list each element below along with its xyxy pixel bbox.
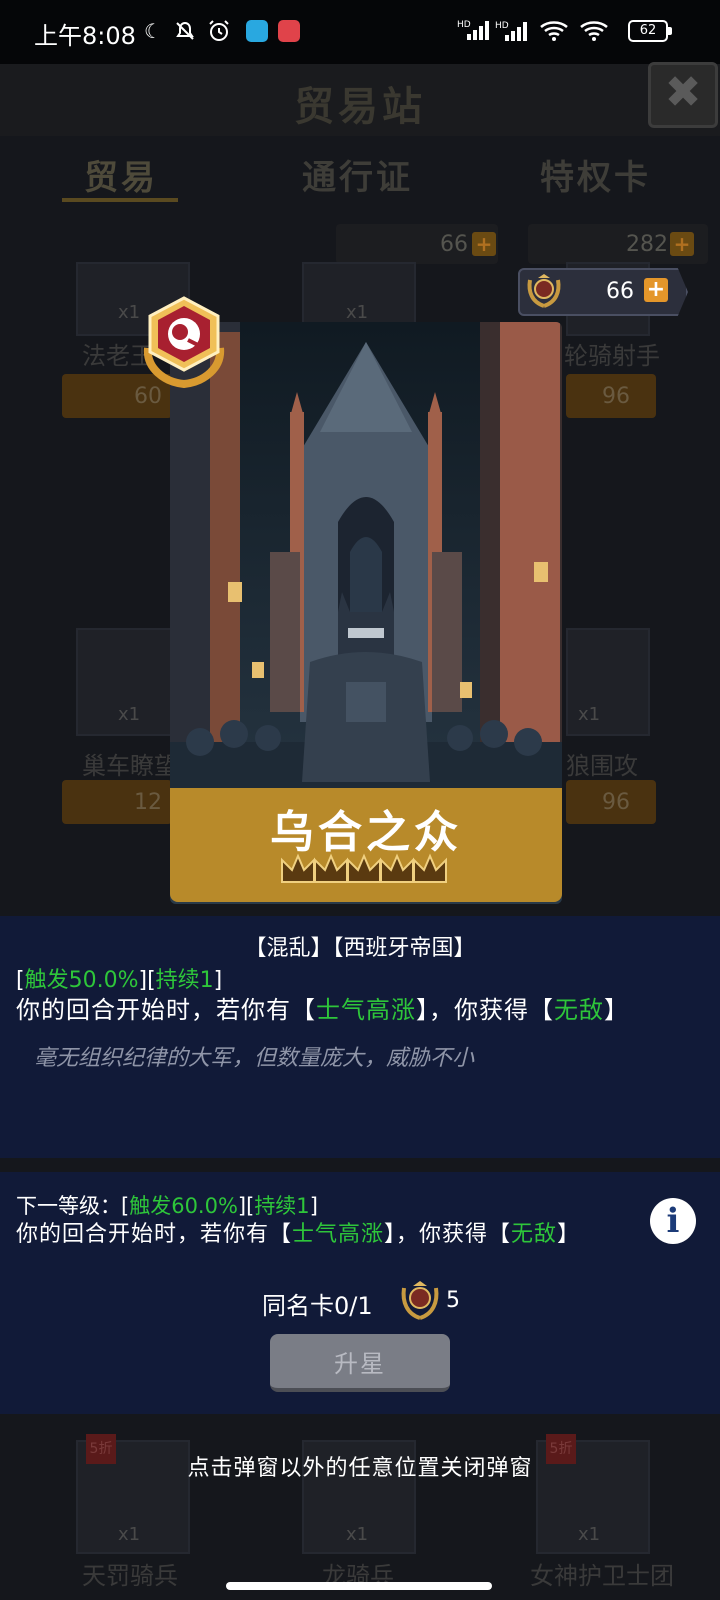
signal-icon: HD — [456, 18, 492, 44]
price-value: 96 — [602, 790, 630, 815]
card-name: 巢车瞭望 — [82, 752, 178, 780]
info-icon[interactable]: i — [650, 1198, 696, 1244]
wifi-icon — [578, 18, 610, 44]
card-name: 女神护卫士团 — [530, 1562, 674, 1590]
duplicate-card-count: 同名卡0/1 — [262, 1292, 373, 1320]
upgrade-star-label: 升星 — [334, 1350, 386, 1378]
add-currency-button[interactable]: + — [670, 232, 694, 256]
svg-text:HD: HD — [495, 21, 509, 31]
laurel-medal-icon — [527, 274, 561, 308]
card-quantity: x1 — [118, 704, 141, 725]
alarm-icon — [206, 18, 232, 44]
card-quantity: x1 — [346, 302, 369, 323]
moon-icon: ☾ — [144, 19, 162, 43]
app-notification-icon — [246, 20, 268, 42]
page-title: 贸易站 — [294, 84, 426, 130]
flavor-text: 毫无组织纪律的大军，但数量庞大，威胁不小 — [34, 1046, 475, 1071]
card-quantity: x1 — [346, 1524, 369, 1545]
card-quantity: x1 — [118, 1524, 141, 1545]
battery-icon: 62 — [628, 20, 672, 42]
tab-privilege[interactable]: 特权卡 — [540, 150, 651, 199]
effect-text: 你的回合开始时，若你有【士气高涨】，你获得【无敌】 — [16, 996, 629, 1024]
card-name: 狼围攻 — [566, 752, 638, 780]
card-name: 轮骑射手 — [564, 342, 660, 370]
tab-pass[interactable]: 通行证 — [302, 150, 413, 199]
tab-trade[interactable]: 贸易 — [84, 150, 158, 199]
price-value: 96 — [602, 384, 630, 409]
crown-rating-icon — [281, 853, 447, 883]
bell-off-icon — [172, 18, 198, 44]
rank-badge-icon — [143, 296, 225, 388]
add-currency-button[interactable]: + — [472, 232, 496, 256]
card-quantity: x1 — [578, 704, 601, 725]
upgrade-cost: 5 — [446, 1288, 460, 1313]
close-button[interactable]: ✖ — [648, 62, 718, 128]
tab-underline — [62, 198, 178, 202]
svg-text:HD: HD — [457, 20, 471, 30]
signal-icon: HD — [494, 18, 530, 44]
price-value: 12 — [134, 790, 162, 815]
add-currency-button[interactable]: + — [644, 278, 668, 302]
dismiss-hint: 点击弹窗以外的任意位置关闭弹窗 — [187, 1456, 533, 1481]
laurel-medal-icon — [401, 1281, 439, 1320]
currency-value: 282 — [626, 232, 668, 257]
next-level-text: 你的回合开始时，若你有【士气高涨】，你获得【无敌】 — [16, 1222, 581, 1247]
status-bar: 上午8:08 ☾ HD HD 62 — [0, 0, 720, 64]
status-time: 上午8:08 — [34, 22, 136, 50]
home-indicator[interactable] — [226, 1582, 492, 1590]
card-quantity: x1 — [578, 1524, 601, 1545]
currency-value: 66 — [606, 279, 634, 304]
app-notification-icon — [278, 20, 300, 42]
currency-value: 66 — [440, 232, 468, 257]
card-tags: 【混乱】【西班牙帝国】 — [244, 936, 476, 961]
wifi-icon — [538, 18, 570, 44]
card-name: 天罚骑兵 — [82, 1562, 178, 1590]
